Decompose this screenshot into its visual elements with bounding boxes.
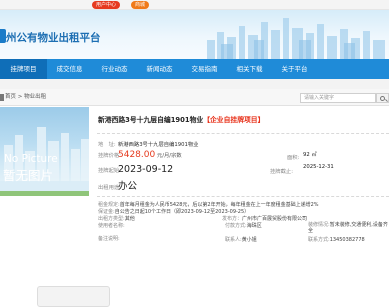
- end-date: 2025-12-31: [303, 164, 334, 170]
- price-label: 挂牌价格:: [98, 153, 121, 159]
- use-value: 办公: [118, 181, 138, 192]
- decor-row: 装修情况:暂未装修,交通便利,设备齐全: [308, 222, 389, 234]
- action-button[interactable]: [37, 286, 110, 307]
- phone-row: 联系方式:13450382778: [308, 236, 365, 243]
- user-label: 使用者名称:: [98, 223, 125, 229]
- divider: [97, 133, 389, 134]
- payment-label: 付款方式:: [225, 223, 247, 229]
- note-row: 备注说明:: [98, 236, 218, 243]
- payment-value: 海珠区: [246, 223, 262, 229]
- person-value: 黄小姐: [241, 237, 257, 243]
- nav-item-listing[interactable]: 挂牌项目: [0, 59, 47, 79]
- rent-desc-row: 租金规定:首年每月租金为人民币5428元，后以第2年开始，每年租金在上一年度租金…: [98, 201, 319, 208]
- person-label: 联系人:: [225, 237, 242, 243]
- shop-button[interactable]: 商城: [131, 1, 150, 9]
- price-value: 5428.00: [118, 150, 156, 160]
- user-row: 使用者名称:: [98, 222, 125, 229]
- home-icon: [0, 94, 4, 101]
- spacer: [0, 79, 389, 89]
- start-label: 挂牌起始:: [98, 168, 121, 174]
- address-label: 地 址:: [98, 142, 116, 148]
- search-icon: [380, 96, 385, 101]
- use-row: 出租用途:办公: [98, 178, 137, 192]
- property-title: 新港西路3号十九层自编1901物业【企业自挂牌项目】: [98, 114, 264, 124]
- contact-row: 发布方：广州市广百展贸股份有限公司: [222, 215, 307, 222]
- nav-item-deals[interactable]: 成交信息: [47, 59, 92, 79]
- phone-label: 联系方式:: [308, 237, 330, 243]
- main-nav: 挂牌项目 成交信息 行业动态 新闻动态 交易指南 相关下载 关于平台: [0, 59, 389, 79]
- area-value: 92 ㎡: [303, 152, 317, 158]
- deposit-row: 保证金:自公告之日起10个工作日（即2023-09-12至2023-09-25）: [98, 208, 249, 215]
- address-value: 新港西路3号十九层自编1901物业: [118, 142, 199, 148]
- start-row: 挂牌起始:2023-09-12: [98, 164, 173, 175]
- nav-item-guide[interactable]: 交易指南: [182, 59, 227, 79]
- nav-item-downloads[interactable]: 相关下载: [227, 59, 272, 79]
- address-row: 地 址: 新港西路3号十九层自编1901物业: [98, 140, 198, 148]
- lessor-type: 其他: [124, 216, 135, 222]
- no-picture-text: No Picture: [4, 153, 58, 165]
- area-label: 面积:: [287, 155, 300, 161]
- use-label: 出租用途:: [98, 185, 121, 191]
- note-label: 备注说明:: [98, 236, 120, 242]
- breadcrumb-text[interactable]: 首页 > 物业出租: [5, 89, 46, 106]
- site-header: 州公有物业出租平台: [0, 10, 389, 59]
- property-title-text: 新港西路3号十九层自编1901物业: [98, 116, 204, 124]
- price-unit: 元/月/宗数: [156, 153, 182, 159]
- search-input[interactable]: 请输入关键字: [300, 93, 376, 103]
- end-label: 挂牌截止:: [270, 169, 293, 175]
- payment-row: 付款方式:海珠区: [225, 222, 262, 229]
- top-strip: 用户中心 商城: [0, 0, 389, 10]
- skyline-illustration: [207, 18, 385, 59]
- nav-item-about[interactable]: 关于平台: [272, 59, 317, 79]
- breadcrumb: 首页 > 物业出租 请输入关键字: [0, 89, 389, 106]
- nav-item-news[interactable]: 新闻动态: [137, 59, 182, 79]
- nav-item-industry[interactable]: 行业动态: [92, 59, 137, 79]
- lessor-row: 出租方类型:其他: [98, 215, 135, 222]
- listing-tag: 【企业自挂牌项目】: [203, 116, 265, 124]
- phone-value: 13450382778: [329, 237, 365, 243]
- person-row: 联系人:黄小姐: [225, 236, 257, 243]
- price-row: 挂牌价格:5428.00 元/月/宗数: [98, 150, 182, 160]
- user-center-button[interactable]: 用户中心: [92, 1, 121, 9]
- page: 用户中心 商城 州公有物业出租平台 挂牌项目 成交信息 行业动态 新闻动态 交易…: [0, 0, 389, 307]
- no-picture-text-cn: 暂无图片: [3, 168, 54, 183]
- search-button[interactable]: [376, 93, 389, 103]
- site-title: 州公有物业出租平台: [6, 32, 101, 44]
- property-image: No Picture 暂无图片: [0, 107, 89, 196]
- start-date: 2023-09-12: [118, 164, 174, 175]
- divider: [97, 196, 389, 197]
